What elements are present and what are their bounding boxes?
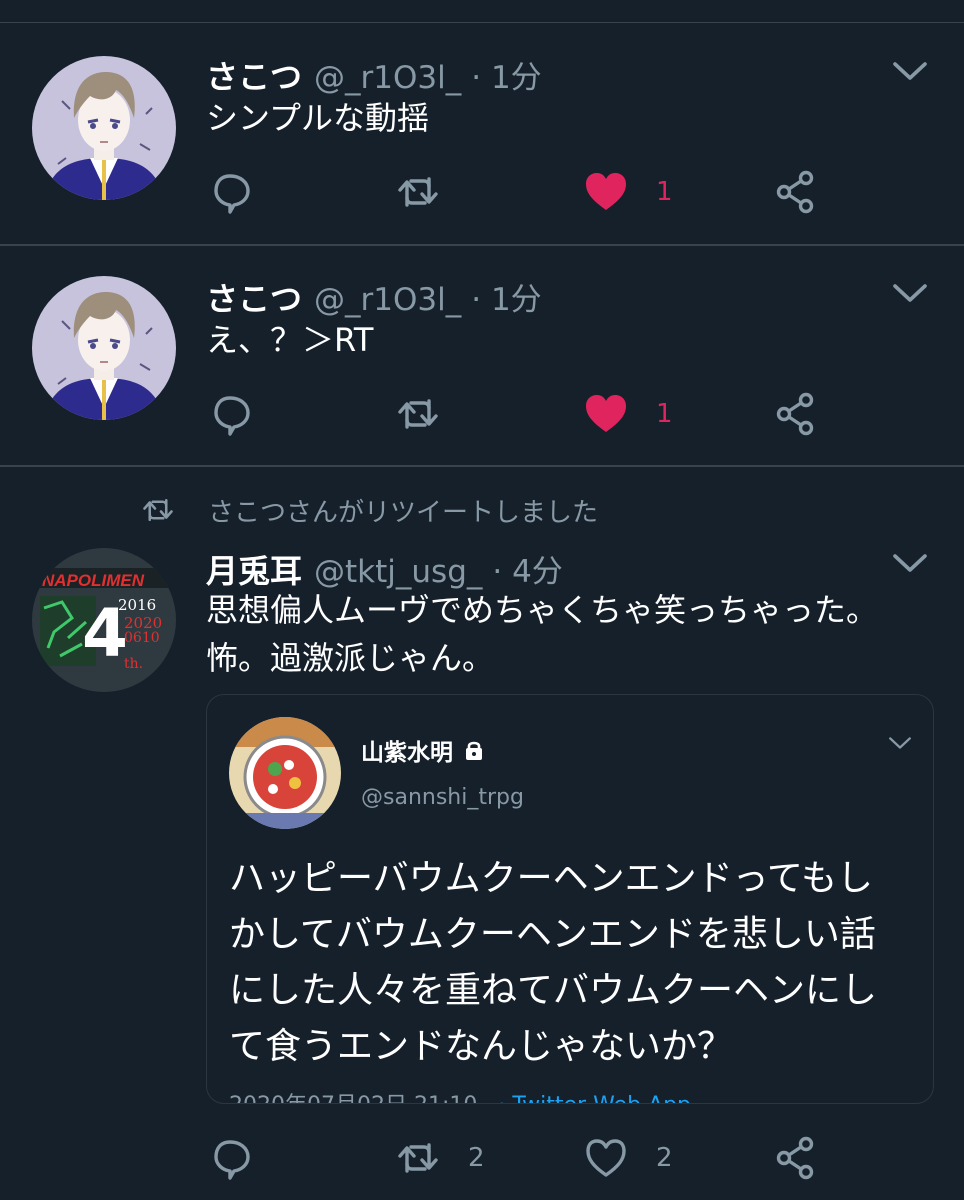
svg-text:NAPOLIMEN: NAPOLIMEN	[42, 571, 145, 590]
retweet-context[interactable]: さこつさんがリツイートしました	[140, 490, 598, 530]
like-button[interactable]: 1	[582, 168, 673, 216]
reply-icon	[208, 168, 256, 216]
reply-button[interactable]	[208, 168, 256, 216]
tweet-header: さこつ @_r1O3l_ · 1分	[206, 274, 542, 318]
display-name[interactable]: さこつ	[206, 274, 302, 320]
quoted-text-line: かしてバウムクーヘンエンドを悲しい話	[229, 914, 876, 955]
tweet-time[interactable]: · 4分	[492, 546, 562, 591]
svg-text:th.: th.	[124, 656, 143, 672]
top-divider	[0, 22, 964, 23]
quoted-text: ハッピーバウムクーヘンエンドってもし かしてバウムクーヘンエンドを悲しい話 にし…	[229, 851, 877, 1075]
user-handle[interactable]: @tktj_usg_	[314, 554, 482, 590]
chevron-down-icon[interactable]	[887, 733, 913, 753]
tweet-header: さこつ @_r1O3l_ · 1分	[206, 52, 542, 96]
quoted-footer: 2020年07月02日 21:10 · Twitter Web App	[229, 1087, 691, 1103]
quoted-avatar[interactable]	[229, 717, 341, 829]
share-button[interactable]	[772, 1134, 820, 1182]
tweet-header: 月兎耳 @tktj_usg_ · 4分	[206, 546, 563, 590]
like-button[interactable]: 1	[582, 390, 673, 438]
display-name[interactable]: 月兎耳	[206, 546, 302, 592]
retweet-icon	[394, 1134, 442, 1182]
chevron-down-icon[interactable]	[890, 278, 930, 308]
lock-icon	[466, 741, 482, 760]
retweet-context-text: さこつさんがリツイートしました	[208, 497, 599, 528]
quoted-timestamp: 2020年07月02日 21:10	[229, 1093, 477, 1103]
quoted-display-name[interactable]: 山紫水明	[361, 733, 485, 767]
tweet-text-line: 思想偏人ムーヴでめちゃくちゃ笑っちゃった。	[206, 591, 879, 629]
heart-icon	[582, 1134, 630, 1182]
quoted-source-link[interactable]: · Twitter Web App	[498, 1093, 691, 1103]
retweet-icon	[394, 390, 442, 438]
quoted-text-line: て食うエンドなんじゃないか？	[229, 1026, 734, 1067]
svg-text:0610: 0610	[124, 630, 160, 646]
retweet-count: 2	[468, 1143, 485, 1173]
share-icon	[772, 168, 820, 216]
user-handle[interactable]: @_r1O3l_	[314, 282, 461, 318]
chevron-down-icon[interactable]	[890, 56, 930, 86]
tweet-text-line: 怖。過激派じゃん。	[206, 639, 495, 677]
reply-icon	[208, 390, 256, 438]
like-button[interactable]: 2	[582, 1134, 673, 1182]
share-icon	[772, 390, 820, 438]
quoted-tweet[interactable]: 山紫水明 @sannshi_trpg ハッピーバウムクーヘンエンドってもし かし…	[206, 694, 934, 1104]
heart-icon	[582, 390, 630, 438]
tweet-time[interactable]: · 1分	[471, 52, 541, 97]
avatar[interactable]	[32, 56, 176, 200]
display-name[interactable]: さこつ	[206, 52, 302, 98]
quoted-handle[interactable]: @sannshi_trpg	[361, 785, 524, 810]
like-count: 2	[656, 1143, 673, 1173]
user-handle[interactable]: @_r1O3l_	[314, 60, 461, 96]
heart-icon	[582, 168, 630, 216]
chevron-down-icon[interactable]	[890, 548, 930, 578]
tweet-text: え、？＞RT	[206, 321, 374, 359]
retweet-icon	[394, 168, 442, 216]
tweet-divider	[0, 244, 964, 246]
svg-text:2016: 2016	[118, 596, 156, 614]
reply-button[interactable]	[208, 390, 256, 438]
retweet-button[interactable]: 2	[394, 1134, 485, 1182]
share-icon	[772, 1134, 820, 1182]
share-button[interactable]	[772, 168, 820, 216]
share-button[interactable]	[772, 390, 820, 438]
reply-button[interactable]	[208, 1134, 256, 1182]
tweet-text: シンプルな動揺	[206, 99, 430, 137]
like-count: 1	[656, 177, 673, 207]
like-count: 1	[656, 399, 673, 429]
retweet-button[interactable]	[394, 390, 442, 438]
avatar[interactable]	[32, 276, 176, 420]
tweet-time[interactable]: · 1分	[471, 274, 541, 319]
reply-icon	[208, 1134, 256, 1182]
quoted-text-line: ハッピーバウムクーヘンエンドってもし	[229, 858, 874, 899]
retweet-icon	[140, 492, 176, 528]
quoted-text-line: にした人々を重ねてバウムクーヘンにし	[229, 970, 878, 1011]
tweet-divider	[0, 465, 964, 467]
avatar[interactable]: NAPOLIMEN 4 2016 2020 0610 th.	[32, 548, 176, 692]
retweet-button[interactable]	[394, 168, 442, 216]
